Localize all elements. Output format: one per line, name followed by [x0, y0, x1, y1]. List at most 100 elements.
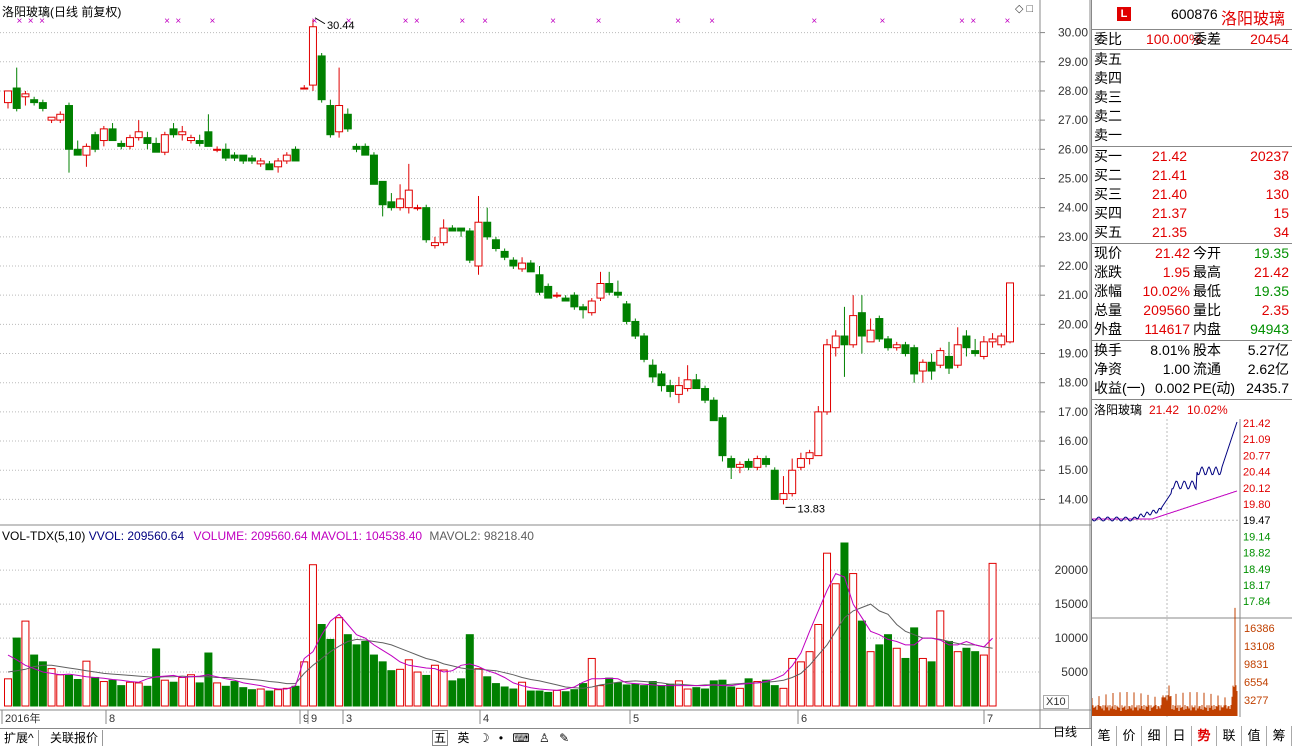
candle-body[interactable]	[474, 221, 483, 267]
volume-bar[interactable]	[901, 657, 910, 707]
candle-body[interactable]	[195, 140, 204, 144]
candle-body[interactable]	[439, 227, 448, 244]
candle-body[interactable]	[735, 463, 744, 468]
volume-bar[interactable]	[979, 654, 988, 707]
candle-body[interactable]	[936, 350, 945, 366]
candle-body[interactable]	[152, 142, 161, 153]
info-mine-marker[interactable]: ×	[709, 16, 715, 27]
volume-bar[interactable]	[64, 674, 73, 707]
candle-body[interactable]	[396, 198, 405, 209]
volume-bar[interactable]	[866, 651, 875, 707]
volume-bar[interactable]	[535, 690, 544, 707]
candle-body[interactable]	[178, 131, 187, 136]
volume-bar[interactable]	[117, 685, 126, 707]
volume-bar[interactable]	[439, 669, 448, 707]
buy-row[interactable]: 买三 21.40 130	[1092, 185, 1292, 204]
vol-indicator-name[interactable]: VOL-TDX(5,10)	[2, 529, 85, 543]
candle-body[interactable]	[605, 283, 614, 293]
period-label[interactable]: 日线	[1053, 723, 1077, 740]
candle-body[interactable]	[91, 134, 100, 150]
candle-body[interactable]	[204, 131, 213, 147]
candle-body[interactable]	[884, 338, 893, 349]
user-icon[interactable]: ♙	[539, 731, 550, 745]
volume-bar[interactable]	[300, 661, 309, 707]
candle-body[interactable]	[300, 87, 309, 90]
volume-bar[interactable]	[457, 678, 466, 707]
volume-bar[interactable]	[962, 647, 971, 707]
panel-tab[interactable]: 联	[1217, 726, 1242, 746]
candle-body[interactable]	[953, 344, 962, 366]
info-mine-marker[interactable]: ×	[414, 16, 420, 27]
volume-bar[interactable]	[99, 681, 108, 707]
candle-body[interactable]	[997, 335, 1006, 346]
candle-body[interactable]	[579, 306, 588, 311]
candle-body[interactable]	[500, 250, 509, 258]
volume-bar[interactable]	[134, 682, 143, 707]
sell-row[interactable]: 卖四	[1092, 69, 1292, 88]
volume-bar[interactable]	[30, 654, 39, 707]
kline-chart-area[interactable]: × × × × × × × × × × × × × × × × × × × × × 30.00 29.00 28.00 27.…	[0, 0, 1091, 728]
buy-row[interactable]: 买一 21.42 20237	[1092, 147, 1292, 166]
volume-bar[interactable]	[73, 679, 82, 707]
expand-tab[interactable]: 扩展^	[0, 730, 39, 746]
volume-bar[interactable]	[779, 687, 788, 707]
candle-body[interactable]	[430, 242, 439, 247]
sell-row[interactable]: 卖二	[1092, 107, 1292, 126]
candle-body[interactable]	[814, 411, 823, 457]
volume-bar[interactable]	[465, 634, 474, 707]
candle-body[interactable]	[945, 355, 954, 369]
volume-bar[interactable]	[378, 661, 387, 707]
volume-bar[interactable]	[343, 634, 352, 707]
candle-body[interactable]	[596, 283, 605, 299]
candle-body[interactable]	[910, 347, 919, 375]
ime-wubi-icon[interactable]: 五	[432, 730, 449, 746]
candle-body[interactable]	[770, 469, 779, 500]
volume-bar[interactable]	[762, 679, 771, 707]
candle-body[interactable]	[709, 399, 718, 422]
candle-body[interactable]	[38, 102, 47, 109]
candle-body[interactable]	[413, 207, 422, 210]
volume-bar[interactable]	[988, 562, 997, 707]
candle-body[interactable]	[343, 113, 352, 130]
volume-bar[interactable]	[38, 661, 47, 707]
volume-bar[interactable]	[770, 685, 779, 707]
sell-row[interactable]: 卖五	[1092, 50, 1292, 69]
candle-body[interactable]	[230, 154, 239, 159]
volume-bar[interactable]	[169, 681, 178, 707]
candle-body[interactable]	[561, 297, 570, 302]
volume-bar[interactable]	[317, 624, 326, 707]
volume-bar[interactable]	[579, 683, 588, 707]
candle-body[interactable]	[186, 137, 195, 142]
candle-body[interactable]	[788, 469, 797, 495]
candle-body[interactable]	[483, 221, 492, 238]
volume-bar[interactable]	[396, 668, 405, 707]
candle-body[interactable]	[457, 227, 466, 232]
candle-body[interactable]	[317, 55, 326, 101]
candle-body[interactable]	[239, 154, 248, 162]
volume-bar[interactable]	[256, 688, 265, 707]
volume-bar[interactable]	[701, 688, 710, 707]
info-mine-marker[interactable]: ×	[403, 16, 409, 27]
candle-body[interactable]	[378, 180, 387, 206]
volume-bar[interactable]	[509, 688, 518, 707]
panel-tab[interactable]: 价	[1117, 726, 1142, 746]
volume-bar[interactable]	[204, 652, 213, 707]
info-mine-marker[interactable]: ×	[959, 16, 965, 27]
info-mine-marker[interactable]: ×	[482, 16, 488, 27]
candle-body[interactable]	[918, 361, 927, 372]
info-mine-marker[interactable]: ×	[209, 16, 215, 27]
candle-body[interactable]	[12, 87, 21, 109]
logo-icon[interactable]: L	[1117, 7, 1131, 21]
volume-bar[interactable]	[927, 661, 936, 707]
volume-bar[interactable]	[840, 542, 849, 707]
volume-bar[interactable]	[265, 690, 274, 707]
volume-bar[interactable]	[910, 627, 919, 707]
panel-tab[interactable]: 势	[1192, 726, 1217, 746]
candle-body[interactable]	[744, 460, 753, 468]
candle-body[interactable]	[256, 160, 265, 165]
candle-body[interactable]	[779, 493, 788, 500]
candle-body[interactable]	[762, 458, 771, 465]
volume-bar[interactable]	[666, 683, 675, 707]
candle-body[interactable]	[509, 259, 518, 267]
buy-row[interactable]: 买四 21.37 15	[1092, 204, 1292, 223]
